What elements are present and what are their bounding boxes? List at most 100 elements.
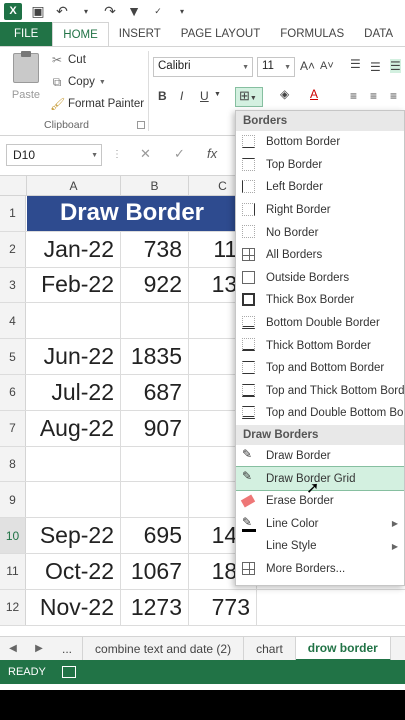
menu-item-line-style[interactable]: Line Style ▶: [236, 535, 404, 558]
row-header[interactable]: 8: [0, 446, 26, 482]
cell-a[interactable]: Sep-22: [27, 518, 121, 553]
menu-item-top-and-double-bottom-border[interactable]: Top and Double Bottom Border: [236, 402, 404, 425]
format-painter-button[interactable]: 🖌 Format Painter: [50, 95, 144, 113]
align-center-icon[interactable]: ≡: [370, 89, 377, 103]
row-header[interactable]: 1: [0, 196, 26, 231]
enter-icon[interactable]: ✓: [174, 146, 185, 162]
align-top-icon[interactable]: ☰: [350, 57, 361, 71]
macro-record-icon[interactable]: [61, 666, 76, 678]
cell-b[interactable]: 1835: [121, 339, 189, 374]
menu-item-erase-border[interactable]: Erase Border: [236, 490, 404, 513]
cell-b[interactable]: 1067: [121, 554, 189, 589]
menu-item-draw-border-grid[interactable]: ✎ Draw Border Grid: [236, 466, 404, 491]
tab-home[interactable]: HOME: [52, 22, 109, 46]
undo-icon[interactable]: ↶: [54, 3, 70, 19]
cell-b[interactable]: [121, 482, 189, 518]
chevron-down-icon[interactable]: ▼: [214, 91, 221, 98]
cell-a[interactable]: Nov-22: [27, 589, 121, 625]
row-header[interactable]: 5: [0, 339, 26, 374]
bold-button[interactable]: B: [158, 89, 167, 103]
filter-icon[interactable]: ▼: [126, 3, 142, 19]
menu-item-more-borders[interactable]: More Borders...: [236, 558, 404, 581]
title-cell[interactable]: Draw Border: [27, 196, 237, 231]
menu-item-draw-border[interactable]: ✎ Draw Border: [236, 445, 404, 468]
tab-file[interactable]: FILE: [0, 22, 53, 46]
decrease-font-icon[interactable]: A˅: [320, 60, 334, 72]
cell-b[interactable]: 687: [121, 375, 189, 410]
menu-item-left-border[interactable]: Left Border: [236, 176, 404, 199]
row-header[interactable]: 7: [0, 410, 26, 446]
scroll-left-icon[interactable]: ◀: [0, 643, 26, 654]
menu-item-top-border[interactable]: Top Border: [236, 154, 404, 177]
redo-icon[interactable]: ↷: [102, 3, 118, 19]
name-box[interactable]: D10 ▼: [6, 144, 102, 166]
menu-item-all-borders[interactable]: All Borders: [236, 244, 404, 267]
menu-item-thick-bottom-border[interactable]: Thick Bottom Border: [236, 334, 404, 357]
cell-c[interactable]: 773: [189, 589, 257, 625]
cut-button[interactable]: ✂ Cut: [50, 51, 86, 69]
sheet-tab-combine-text-and-date[interactable]: combine text and date (2): [83, 636, 245, 661]
cell-b[interactable]: [121, 446, 189, 482]
align-middle-icon[interactable]: ☰: [370, 60, 381, 74]
menu-item-top-and-thick-bottom-border[interactable]: Top and Thick Bottom Border: [236, 380, 404, 403]
cell-a[interactable]: Oct-22: [27, 554, 121, 589]
fill-color-icon[interactable]: ◈: [280, 87, 289, 101]
borders-button[interactable]: ⊞▼: [235, 87, 263, 107]
cell-b[interactable]: 907: [121, 410, 189, 446]
menu-item-right-border[interactable]: Right Border: [236, 199, 404, 222]
insert-function-icon[interactable]: fx: [207, 146, 217, 161]
cell-a[interactable]: Feb-22: [27, 267, 121, 303]
menu-item-thick-box-border[interactable]: Thick Box Border: [236, 289, 404, 312]
column-header-a[interactable]: A: [27, 176, 121, 196]
tab-page-layout[interactable]: PAGE LAYOUT: [171, 22, 270, 46]
copy-button[interactable]: ⧉ Copy ▼: [50, 73, 106, 91]
tab-data[interactable]: DATA: [354, 22, 403, 46]
row-header[interactable]: 2: [0, 231, 26, 267]
cell-b[interactable]: 695: [121, 518, 189, 553]
sheet-tab-chart[interactable]: chart: [244, 636, 296, 661]
cell-a[interactable]: [27, 303, 121, 339]
cell-b[interactable]: 738: [121, 231, 189, 267]
align-right-icon[interactable]: ≡: [390, 89, 397, 103]
font-size-select[interactable]: 11 ▼: [257, 57, 295, 77]
cell-a[interactable]: Jan-22: [27, 231, 121, 267]
row-header[interactable]: 3: [0, 267, 26, 303]
row-header[interactable]: 9: [0, 482, 26, 518]
underline-button[interactable]: U: [200, 89, 209, 103]
italic-button[interactable]: I: [180, 89, 183, 103]
select-all-corner[interactable]: [0, 176, 27, 196]
menu-item-line-color[interactable]: ✎ Line Color ▶: [236, 513, 404, 536]
sheet-tabs-ellipsis[interactable]: ...: [52, 636, 84, 661]
spelling-icon[interactable]: ✓: [150, 3, 166, 19]
row-header[interactable]: 11: [0, 554, 26, 589]
row-header[interactable]: 4: [0, 303, 26, 339]
menu-item-no-border[interactable]: No Border: [236, 221, 404, 244]
menu-item-top-and-bottom-border[interactable]: Top and Bottom Border: [236, 357, 404, 380]
dropdown-arrow-icon[interactable]: ▾: [78, 3, 94, 19]
row-header[interactable]: 6: [0, 375, 26, 410]
menu-item-bottom-double-border[interactable]: Bottom Double Border: [236, 312, 404, 335]
font-color-icon[interactable]: A: [310, 87, 318, 101]
tab-formulas[interactable]: FORMULAS: [270, 22, 354, 46]
align-bottom-icon[interactable]: ☰: [390, 59, 401, 73]
cell-b[interactable]: 922: [121, 267, 189, 303]
increase-font-icon[interactable]: A˄: [300, 59, 315, 73]
cell-b[interactable]: [121, 303, 189, 339]
customize-toolbar-icon[interactable]: ▾: [174, 3, 190, 19]
cancel-icon[interactable]: ✕: [140, 146, 151, 162]
cell-a[interactable]: [27, 446, 121, 482]
row-header[interactable]: 10: [0, 518, 26, 553]
tab-insert[interactable]: INSERT: [109, 22, 171, 46]
save-icon[interactable]: ▣: [30, 3, 46, 19]
column-header-b[interactable]: B: [121, 176, 189, 196]
cell-a[interactable]: Jul-22: [27, 375, 121, 410]
cell-b[interactable]: 1273: [121, 589, 189, 625]
menu-item-outside-borders[interactable]: Outside Borders: [236, 267, 404, 290]
font-name-select[interactable]: Calibri ▼: [153, 57, 253, 77]
dialog-launcher-icon[interactable]: [137, 121, 145, 129]
cell-a[interactable]: Aug-22: [27, 410, 121, 446]
row-header[interactable]: 12: [0, 589, 26, 625]
scroll-right-icon[interactable]: ▶: [26, 643, 52, 654]
align-left-icon[interactable]: ≡: [350, 89, 357, 103]
menu-item-bottom-border[interactable]: Bottom Border: [236, 131, 404, 154]
